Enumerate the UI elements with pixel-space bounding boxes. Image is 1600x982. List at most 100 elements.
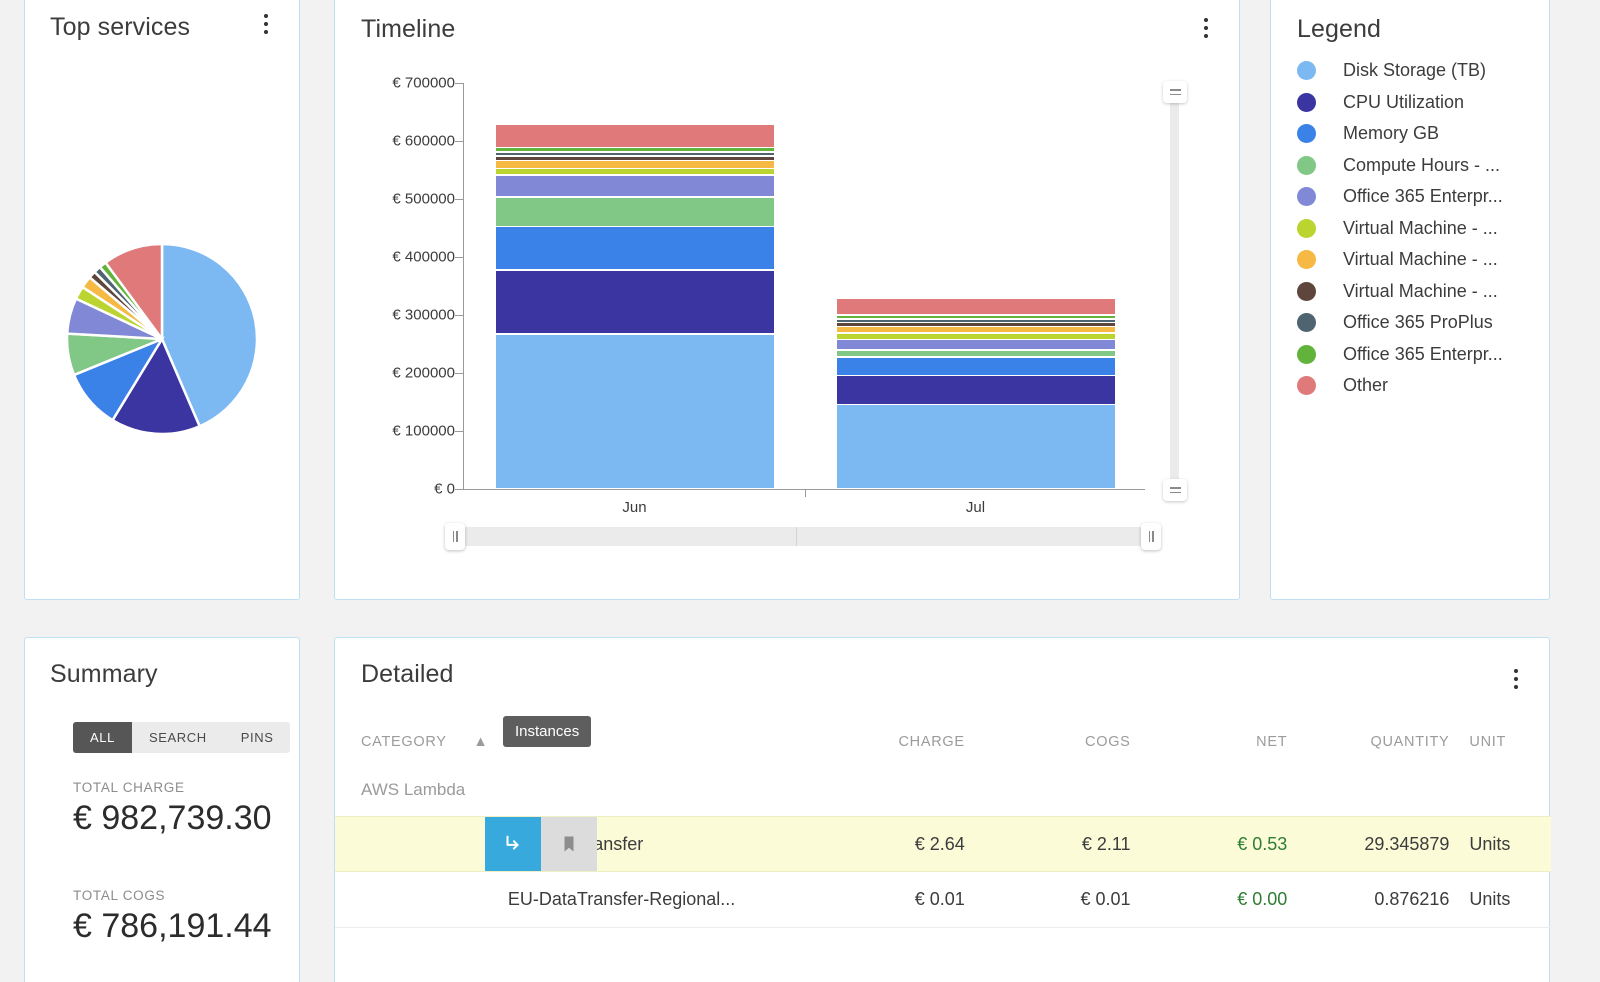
legend-color-dot-icon	[1297, 313, 1316, 333]
x-axis-line	[463, 489, 1145, 490]
legend-color-dot-icon	[1297, 281, 1316, 301]
table-row[interactable]: EU-DataTransfer€ 2.64€ 2.11€ 0.5329.3458…	[335, 816, 1551, 872]
bar-segment[interactable]	[495, 124, 774, 147]
legend-item[interactable]: CPU Utilization	[1297, 87, 1535, 119]
y-axis-tick	[455, 373, 463, 374]
row-cogs: € 2.11	[1081, 833, 1131, 854]
bar-segment[interactable]	[836, 298, 1115, 315]
bar-segment[interactable]	[836, 340, 1115, 350]
legend-item[interactable]: Virtual Machine - ...	[1297, 213, 1535, 245]
bar-segment[interactable]	[836, 357, 1115, 375]
legend-color-dot-icon	[1297, 218, 1316, 238]
timeline-vertical-slider[interactable]	[1163, 81, 1187, 501]
row-cogs: € 0.01	[1080, 889, 1131, 909]
summary-tab-search[interactable]: SEARCH	[132, 722, 224, 753]
top-services-title: Top services	[50, 13, 191, 41]
drill-down-icon[interactable]	[485, 817, 541, 871]
bar-segment[interactable]	[836, 333, 1115, 339]
bar-segment[interactable]	[836, 350, 1115, 356]
bar-segment[interactable]	[495, 156, 774, 160]
legend-title: Legend	[1297, 15, 1382, 43]
y-axis-tick	[455, 315, 463, 316]
legend-item[interactable]: Office 365 Enterpr...	[1297, 181, 1535, 213]
detailed-menu-icon[interactable]	[1505, 664, 1527, 694]
timeline-card: Timeline € 0 € 100000 € 200000 € 300000 € 40…	[334, 0, 1240, 600]
legend-color-dot-icon	[1297, 155, 1316, 175]
vertical-slider-handle-bottom[interactable]	[1163, 479, 1187, 501]
legend-item-label: Compute Hours - ...	[1343, 154, 1501, 175]
total-charge-metric: TOTAL CHARGE € 982,739.30	[73, 780, 272, 838]
row-unit: Units	[1469, 889, 1511, 909]
legend-color-dot-icon	[1297, 250, 1316, 270]
summary-tab-group: ALL SEARCH PINS	[73, 722, 291, 753]
y-axis-tick	[455, 431, 463, 432]
row-net: € 0.53	[1237, 833, 1288, 854]
bar-segment[interactable]	[836, 376, 1115, 404]
horizontal-slider-handle-left[interactable]	[445, 523, 465, 550]
y-axis-tick	[455, 257, 463, 258]
bar-segment[interactable]	[836, 327, 1115, 333]
legend-item[interactable]: Office 365 Enterpr...	[1297, 339, 1535, 371]
legend-item-label: Office 365 ProPlus	[1343, 312, 1493, 333]
vertical-slider-track[interactable]	[1170, 95, 1179, 487]
legend-item[interactable]: Disk Storage (TB)	[1297, 55, 1535, 87]
y-axis-labels: € 0 € 100000 € 200000 € 300000 € 400000 € 500…	[335, 63, 455, 498]
horizontal-slider-handle-right[interactable]	[1141, 523, 1161, 550]
detailed-card: Detailed CATEGORY ▲ SERVICE CHARGE COGS …	[334, 637, 1551, 982]
column-header-category[interactable]: CATEGORY	[335, 734, 473, 750]
vertical-slider-handle-top[interactable]	[1163, 81, 1187, 103]
column-header-unit[interactable]: UNIT	[1449, 734, 1551, 750]
summary-tab-all[interactable]: ALL	[73, 722, 132, 753]
stacked-bar[interactable]	[495, 124, 774, 489]
legend-item-label: Virtual Machine - ...	[1343, 280, 1498, 301]
y-axis-tick	[455, 489, 463, 490]
group-row-category: AWS Lambda	[361, 780, 466, 799]
legend-item-label: Virtual Machine - ...	[1343, 249, 1498, 270]
timeline-title: Timeline	[361, 15, 456, 43]
bar-segment[interactable]	[495, 175, 774, 197]
legend-item[interactable]: Virtual Machine - ...	[1297, 276, 1535, 308]
timeline-horizontal-slider[interactable]	[445, 523, 1161, 550]
column-header-charge[interactable]: CHARGE	[827, 734, 993, 750]
column-header-net[interactable]: NET	[1159, 734, 1316, 750]
y-axis-tick-label: € 100000	[392, 422, 455, 440]
total-cogs-metric: TOTAL COGS € 786,191.44	[73, 888, 272, 946]
bar-segment[interactable]	[495, 148, 774, 152]
table-row[interactable]: EU-DataTransfer-Regional... € 0.01 € 0.01 €…	[335, 872, 1551, 928]
bar-segment[interactable]	[495, 197, 774, 226]
summary-title: Summary	[50, 660, 158, 688]
horizontal-slider-track[interactable]	[459, 527, 1147, 546]
bar-segment[interactable]	[495, 169, 774, 175]
bar-segment[interactable]	[495, 152, 774, 156]
bar-segment[interactable]	[495, 227, 774, 270]
legend-item[interactable]: Office 365 ProPlus	[1297, 307, 1535, 339]
bar-segment[interactable]	[495, 334, 774, 488]
column-header-cogs[interactable]: COGS	[993, 734, 1159, 750]
legend-color-dot-icon	[1297, 124, 1316, 144]
stacked-bar[interactable]	[836, 298, 1115, 489]
legend-item-label: Other	[1343, 375, 1389, 396]
legend-item[interactable]: Compute Hours - ...	[1297, 150, 1535, 182]
top-services-menu-icon[interactable]	[255, 9, 277, 39]
legend-item-label: Disk Storage (TB)	[1343, 60, 1487, 81]
column-header-quantity[interactable]: QUANTITY	[1315, 734, 1449, 750]
summary-tab-pins[interactable]: PINS	[224, 722, 291, 753]
legend-item[interactable]: Other	[1297, 370, 1535, 402]
bar-segment[interactable]	[836, 405, 1115, 488]
horizontal-slider-divider	[796, 527, 797, 546]
table-body: EU-DataTransfer€ 2.64€ 2.11€ 0.5329.3458…	[335, 816, 1551, 928]
bookmark-icon[interactable]	[541, 817, 597, 871]
legend-item-label: Memory GB	[1343, 123, 1440, 144]
row-quantity: 0.876216	[1374, 889, 1450, 909]
bar-segment[interactable]	[495, 270, 774, 334]
bar-segment[interactable]	[836, 319, 1115, 322]
y-axis-tick-label: € 0	[434, 480, 455, 498]
legend-item[interactable]: Memory GB	[1297, 118, 1535, 150]
summary-card: Summary ALL SEARCH PINS TOTAL CHARGE € 982…	[24, 637, 300, 982]
table-group-row[interactable]: AWS Lambda Instances	[335, 716, 1551, 816]
bar-segment[interactable]	[836, 323, 1115, 326]
bar-segment[interactable]	[836, 315, 1115, 319]
legend-item[interactable]: Virtual Machine - ...	[1297, 244, 1535, 276]
bar-segment[interactable]	[495, 161, 774, 168]
timeline-menu-icon[interactable]	[1195, 13, 1217, 43]
